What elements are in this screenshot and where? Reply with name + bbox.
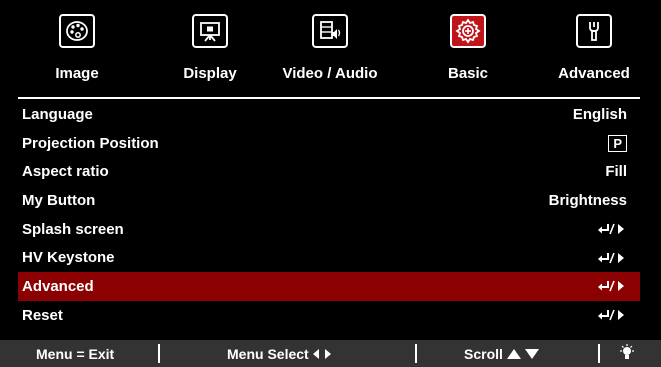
row-label: Language [22,105,93,123]
footer-select-label: Menu Select [227,346,309,362]
tab-label: Image [55,65,99,82]
tab-image[interactable]: Image [42,0,112,90]
enter-next-icon [597,279,627,293]
video-audio-icon [312,14,348,48]
tab-basic[interactable]: Basic [428,0,508,90]
row-value: Brightness [548,191,627,209]
enter-next-icon [597,222,627,236]
row-value: English [572,105,627,123]
footer-scroll-label: Scroll [464,346,503,362]
enter-next-icon [597,251,627,265]
row-label: Splash screen [22,220,124,238]
footer-separator [598,344,600,363]
row-label: Reset [22,306,63,324]
menu-row-splash-screen[interactable]: Splash screen [18,215,640,244]
footer-separator [158,344,160,363]
enter-next-icon [597,308,627,322]
footer-scroll-hint: Scroll [464,346,540,362]
up-down-arrows-icon [506,349,539,359]
menu-row-language[interactable]: Language English [18,100,640,129]
tab-label: Display [183,65,237,82]
menu-row-aspect-ratio[interactable]: Aspect ratio Fill [18,157,640,186]
tab-display[interactable]: Display [168,0,252,90]
row-label: Aspect ratio [22,163,109,181]
left-right-arrows-icon [312,349,331,359]
menu-row-projection-position[interactable]: Projection Position P [18,129,640,158]
footer-hint-bar: Menu = Exit Menu Select Scroll [0,340,661,367]
projector-screen-icon [192,14,228,48]
lamp-icon [619,344,635,362]
gear-icon [450,14,486,48]
palette-icon [59,14,95,48]
menu-row-advanced[interactable]: Advanced [18,272,640,301]
menu-row-hv-keystone[interactable]: HV Keystone [18,243,640,272]
row-label: HV Keystone [22,249,115,267]
footer-exit-hint: Menu = Exit [36,346,115,362]
tab-video-audio[interactable]: Video / Audio [270,0,390,90]
footer-select-hint: Menu Select [227,346,332,362]
tab-label: Basic [447,65,489,82]
menu-row-reset[interactable]: Reset [18,301,640,330]
row-label: Projection Position [22,134,159,152]
menu-row-my-button[interactable]: My Button Brightness [18,186,640,215]
tab-label: Advanced [558,65,630,82]
wrench-icon [576,14,612,48]
footer-separator [415,344,417,363]
tab-label: Video / Audio [282,65,378,82]
row-label: Advanced [22,277,94,295]
divider [18,97,640,99]
menu-list: Language English Projection Position P A… [18,100,640,330]
row-value: Fill [605,163,627,181]
osd-menu: Image Display Video / Audio Basic Advanc… [0,0,661,367]
tab-advanced[interactable]: Advanced [546,0,642,90]
projection-mode-icon: P [608,134,627,152]
row-label: My Button [22,191,96,209]
tab-bar: Image Display Video / Audio Basic Advanc… [0,0,661,90]
